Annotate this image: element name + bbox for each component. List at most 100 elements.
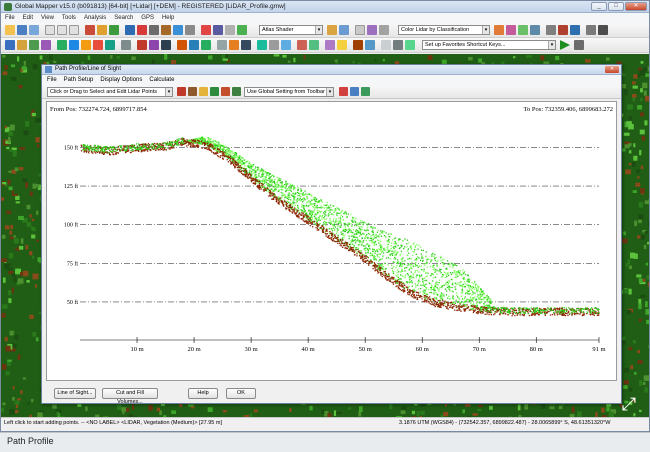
delete-points-icon[interactable] [339, 87, 348, 96]
edit-mode-select[interactable]: Click or Drag to Select and Edit Lidar P… [47, 87, 173, 97]
redo-icon[interactable] [309, 40, 319, 50]
3d-view-icon[interactable] [149, 25, 159, 35]
dialog-menu-calculate[interactable]: Calculate [149, 75, 174, 85]
menu-view[interactable]: View [41, 13, 54, 23]
pan-icon[interactable] [69, 25, 79, 35]
zoom-profile-icon[interactable] [350, 87, 359, 96]
color-lidar-select[interactable]: Color Lidar by Classification ▾ [398, 25, 490, 35]
pan-profile-icon[interactable] [361, 87, 370, 96]
save-icon[interactable] [17, 25, 27, 35]
buffer-icon[interactable] [177, 40, 187, 50]
lidar-select-icon[interactable] [177, 87, 186, 96]
play-icon[interactable] [560, 40, 570, 50]
water-flow-icon[interactable] [69, 40, 79, 50]
water-icon[interactable] [379, 25, 389, 35]
elevation-icon[interactable] [558, 25, 568, 35]
menu-file[interactable]: File [5, 13, 15, 23]
export-icon[interactable] [17, 40, 27, 50]
menu-gps[interactable]: GPS [141, 13, 154, 23]
menu-edit[interactable]: Edit [23, 13, 33, 23]
open-file-icon[interactable] [5, 25, 15, 35]
feature-info-icon[interactable] [109, 25, 119, 35]
profile-plot[interactable]: From Pos: 732274.724, 6899717.854 To Pos:… [46, 101, 617, 381]
dialog-menu-path-setup[interactable]: Path Setup [64, 75, 94, 85]
combine-icon[interactable] [189, 40, 199, 50]
snap-icon[interactable] [281, 40, 291, 50]
fullscreen-icon[interactable]: ⤢ [619, 394, 639, 414]
light-icon[interactable] [355, 25, 365, 35]
layer-icon[interactable] [213, 25, 223, 35]
measure-icon[interactable] [97, 25, 107, 35]
menu-search[interactable]: Search [114, 13, 133, 23]
lidar-ground-icon[interactable] [221, 87, 230, 96]
lidar-filter-icon[interactable] [199, 87, 208, 96]
lidar-vegetation-icon[interactable] [210, 87, 219, 96]
script-runner-icon[interactable] [574, 40, 584, 50]
crop-icon[interactable] [217, 40, 227, 50]
dialog-menu-display-options[interactable]: Display Options [100, 75, 142, 85]
lidar-noise-icon[interactable] [232, 87, 241, 96]
zoom-in-icon[interactable] [45, 25, 55, 35]
rotate-icon[interactable] [161, 40, 171, 50]
style-icon[interactable] [353, 40, 363, 50]
map-layout-icon[interactable] [241, 40, 251, 50]
building-icon[interactable] [530, 25, 540, 35]
vegetation-point [288, 193, 290, 195]
stop-icon[interactable] [201, 25, 211, 35]
terrain-icon[interactable] [57, 40, 67, 50]
projection-icon[interactable] [365, 40, 375, 50]
script-icon[interactable] [598, 25, 608, 35]
print-icon[interactable] [29, 25, 39, 35]
area-icon[interactable] [81, 40, 91, 50]
import-icon[interactable] [29, 40, 39, 50]
grid-icon[interactable] [546, 25, 556, 35]
edit-vertex-icon[interactable] [137, 40, 147, 50]
scale-bar-icon[interactable] [381, 40, 391, 50]
vertical-exaggeration-icon[interactable] [367, 25, 377, 35]
vegetation-point [455, 274, 457, 276]
classify-icon[interactable] [494, 25, 504, 35]
globe-icon[interactable] [173, 25, 183, 35]
menu-analysis[interactable]: Analysis [84, 13, 106, 23]
tile-icon[interactable] [237, 25, 247, 35]
online-data-icon[interactable] [41, 40, 51, 50]
close-button[interactable]: ✕ [625, 2, 647, 11]
menu-tools[interactable]: Tools [62, 13, 76, 23]
point-icon[interactable] [105, 40, 115, 50]
dialog-close-button[interactable]: ✕ [605, 66, 619, 73]
lidar-class-icon[interactable] [188, 87, 197, 96]
legend-icon[interactable] [405, 40, 415, 50]
filter-icon[interactable] [506, 25, 516, 35]
overlay-control-icon[interactable] [5, 40, 15, 50]
attributes-icon[interactable] [269, 40, 279, 50]
move-icon[interactable] [149, 40, 159, 50]
view-shed-icon[interactable] [137, 25, 147, 35]
table-icon[interactable] [586, 25, 596, 35]
select-icon[interactable] [121, 40, 131, 50]
line-icon[interactable] [93, 40, 103, 50]
minimize-button[interactable]: _ [591, 2, 607, 11]
undo-icon[interactable] [297, 40, 307, 50]
3d-fly-icon[interactable] [257, 40, 267, 50]
favorites-select[interactable]: Set up Favorites Shortcut Keys... ▾ [422, 40, 556, 50]
pick-icon[interactable] [325, 40, 335, 50]
split-icon[interactable] [201, 40, 211, 50]
contrast-icon[interactable] [339, 25, 349, 35]
contour-icon[interactable] [570, 25, 580, 35]
menu-help[interactable]: Help [162, 13, 174, 23]
lidar-icon[interactable] [161, 25, 171, 35]
north-arrow-icon[interactable] [393, 40, 403, 50]
shader-options-icon[interactable] [327, 25, 337, 35]
rectify-icon[interactable] [229, 40, 239, 50]
global-setting-select[interactable]: Use Global Setting from Toolbar ▾ [244, 87, 334, 97]
shader-select[interactable]: Atlas Shader ▾ [259, 25, 323, 35]
path-profile-icon[interactable] [125, 25, 135, 35]
ground-icon[interactable] [518, 25, 528, 35]
config-icon[interactable] [225, 25, 235, 35]
label-icon[interactable] [337, 40, 347, 50]
maximize-button[interactable]: □ [608, 2, 624, 11]
zoom-out-icon[interactable] [57, 25, 67, 35]
dialog-menu-file[interactable]: File [47, 75, 57, 85]
home-icon[interactable] [185, 25, 195, 35]
digitizer-icon[interactable] [85, 25, 95, 35]
